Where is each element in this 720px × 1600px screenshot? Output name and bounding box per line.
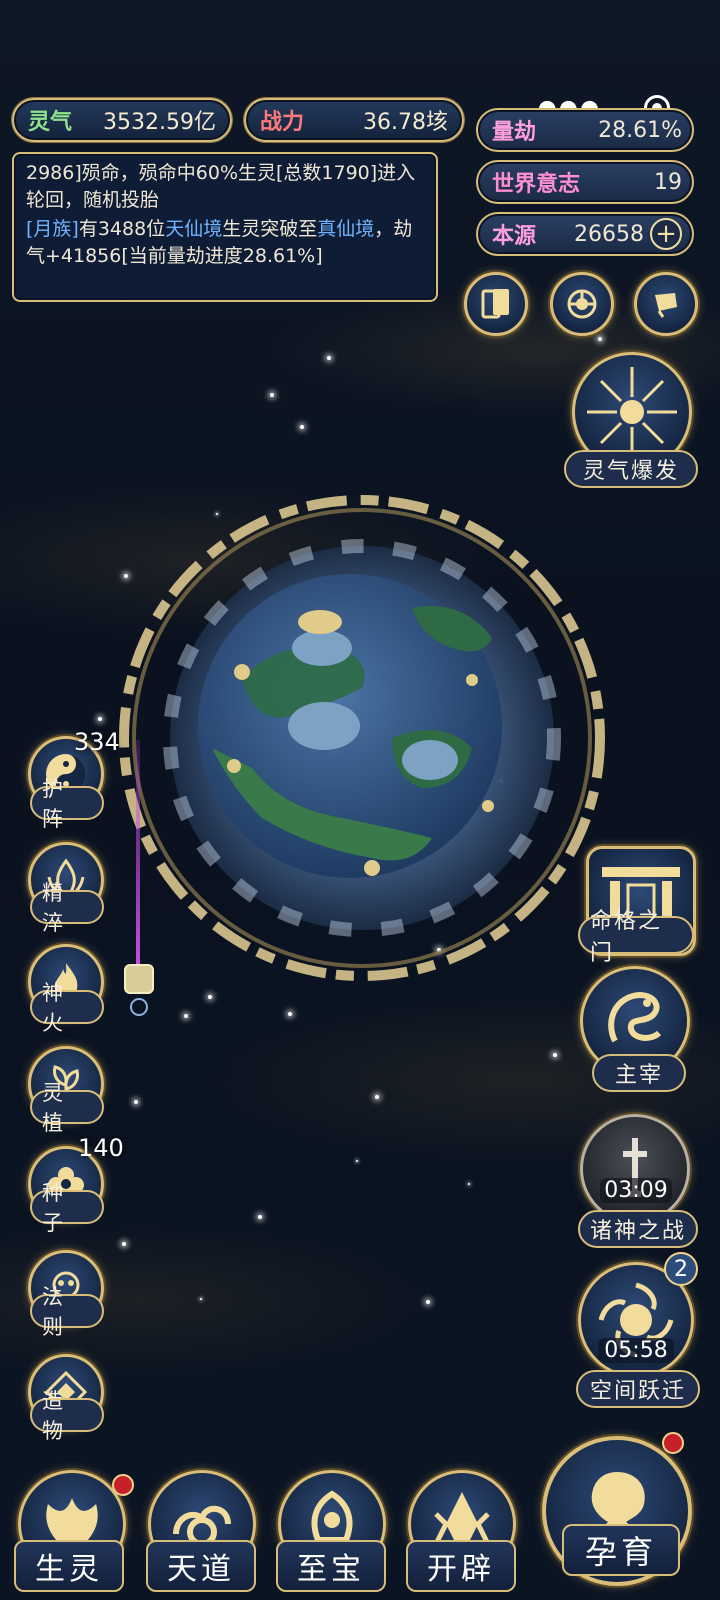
flag-icon[interactable]: [634, 272, 698, 336]
zhongzi-badge: 140: [78, 1134, 124, 1162]
benyuan-value: 26658: [574, 221, 644, 247]
nav-zhibao-label[interactable]: 至宝: [276, 1540, 386, 1592]
zhanli-bar: 战力 36.78垓: [244, 98, 464, 142]
liangjie-label: 量劫: [492, 120, 537, 145]
war-of-gods-timer: 03:09: [600, 1178, 672, 1203]
shengling-notice-dot: [112, 1474, 134, 1496]
cards-icon[interactable]: [464, 272, 528, 336]
lingqi-label: 灵气: [28, 110, 73, 135]
shenhuo-label[interactable]: 神 火: [30, 981, 104, 1035]
war-of-gods-button[interactable]: 诸神之战: [578, 1210, 698, 1248]
yunyu-notice-dot: [662, 1432, 684, 1454]
event-log: 2986]殒命，殒命中60%生灵[总数1790]进入轮回，随机投胎 [月族]有3…: [12, 152, 438, 302]
huzhen-label[interactable]: 护 阵: [30, 777, 104, 831]
zaowu-label[interactable]: 造 物: [30, 1389, 104, 1443]
zhongzi-label[interactable]: 种 子: [30, 1181, 104, 1235]
benyuan-bar: 本源 26658 +: [476, 212, 694, 256]
benyuan-label: 本源: [492, 224, 537, 249]
zhanli-label: 战力: [260, 110, 305, 135]
purple-beam: [136, 740, 140, 970]
space-jump-timer: 05:58: [598, 1338, 674, 1363]
nav-tiandao-label[interactable]: 天道: [146, 1540, 256, 1592]
log-line: [月族]有3488位天仙境生灵突破至真仙境，劫气+41856[当前量劫进度28.…: [26, 218, 413, 267]
world-will-value: 19: [654, 169, 682, 195]
swirl-icon[interactable]: [550, 272, 614, 336]
zhanli-value: 36.78垓: [363, 110, 448, 135]
nav-yunyu-label[interactable]: 孕育: [562, 1524, 680, 1576]
mingge-gate-button[interactable]: 命格之门: [578, 909, 694, 966]
lingqi-bar: 灵气 3532.59亿: [12, 98, 232, 142]
jingcui-label[interactable]: 精 淬: [30, 881, 104, 935]
lingqi-value: 3532.59亿: [103, 110, 216, 135]
space-jump-button[interactable]: 空间跃迁: [576, 1370, 700, 1408]
faze-label[interactable]: 法 则: [30, 1285, 104, 1339]
huzhen-badge: 334: [74, 728, 120, 756]
world-planet[interactable]: [112, 488, 612, 988]
unit-icon[interactable]: [124, 964, 154, 994]
nav-shengling-label[interactable]: 生灵: [14, 1540, 124, 1592]
spiral-icon: [130, 998, 148, 1016]
liangjie-bar: 量劫 28.61%: [476, 108, 694, 152]
war-of-gods-icon[interactable]: [580, 1114, 690, 1224]
liangjie-value: 28.61%: [598, 117, 682, 143]
zhuzai-button[interactable]: 主宰: [592, 1054, 686, 1092]
spirit-burst-button[interactable]: 灵气爆发: [564, 450, 698, 488]
space-jump-badge: 2: [664, 1252, 698, 1286]
log-line: 2986]殒命，殒命中60%生灵[总数1790]进入轮回，随机投胎: [26, 162, 416, 211]
world-will-label: 世界意志: [492, 172, 581, 197]
nav-kaipi-label[interactable]: 开辟: [406, 1540, 516, 1592]
add-benyuan-button[interactable]: +: [650, 218, 682, 250]
lingzhi-label[interactable]: 灵 植: [30, 1081, 104, 1135]
world-will-bar: 世界意志 19: [476, 160, 694, 204]
